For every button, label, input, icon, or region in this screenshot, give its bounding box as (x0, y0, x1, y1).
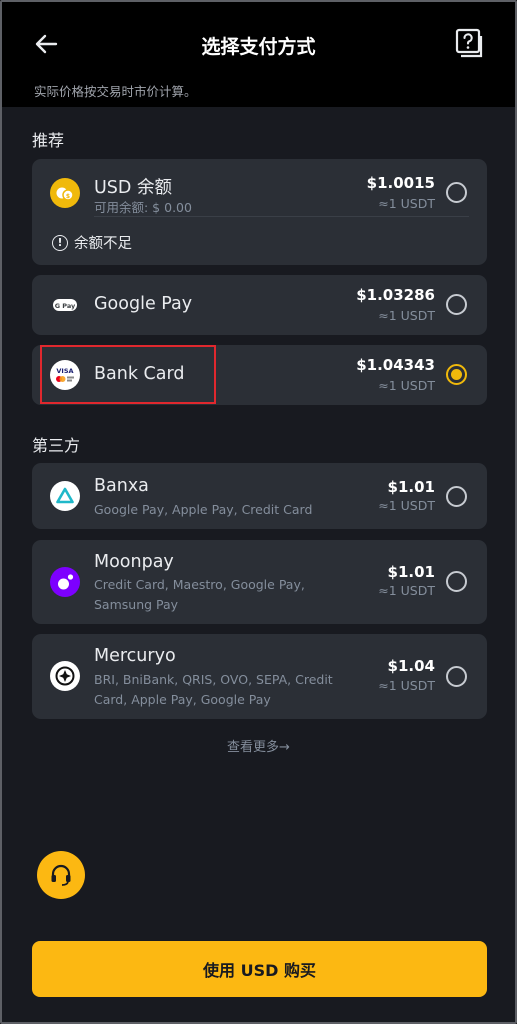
payment-approx: ≈1 USDT (378, 378, 435, 393)
payment-desc: BRI, BniBank, QRIS, OVO, SEPA, Credit Ca… (94, 672, 333, 707)
mercuryo-logo-icon (50, 661, 80, 691)
svg-text:$: $ (66, 193, 70, 200)
customer-support-button[interactable] (37, 851, 85, 899)
see-more-link[interactable]: 查看更多→ (2, 736, 515, 755)
headset-icon (51, 864, 71, 886)
payment-option-mercuryo[interactable]: Mercuryo BRI, BniBank, QRIS, OVO, SEPA, … (32, 634, 487, 719)
highlight-box (40, 345, 216, 404)
payment-price: $1.01 (387, 478, 435, 496)
radio-google-pay[interactable] (446, 294, 467, 315)
divider (94, 216, 469, 217)
radio-mercuryo[interactable] (446, 666, 467, 687)
payment-approx: ≈1 USDT (378, 196, 435, 211)
buy-with-usd-button[interactable]: 使用 USD 购买 (32, 941, 487, 997)
page-title: 选择支付方式 (201, 36, 316, 58)
available-balance: 可用余额: $ 0.00 (94, 200, 192, 215)
radio-bank-card[interactable] (446, 364, 467, 385)
payment-option-usd-balance[interactable]: $ USD 余额 可用余额: $ 0.00 $1.0015 ≈1 USDT ! … (32, 159, 487, 265)
google-pay-icon-text: G Pay (55, 302, 76, 310)
payment-price: $1.04343 (356, 356, 435, 374)
payment-name: USD 余额 (94, 178, 172, 198)
help-icon[interactable] (455, 28, 483, 58)
banxa-logo-icon (50, 481, 80, 511)
radio-banxa[interactable] (446, 486, 467, 507)
radio-moonpay[interactable] (446, 571, 467, 592)
moonpay-logo-icon (50, 567, 80, 597)
header: 选择支付方式 实际价格按交易时市价计算。 (2, 2, 515, 107)
insufficient-balance-warning: ! 余额不足 (52, 232, 132, 253)
payment-option-banxa[interactable]: Banxa Google Pay, Apple Pay, Credit Card… (32, 463, 487, 529)
payment-approx: ≈1 USDT (378, 308, 435, 323)
payment-price: $1.03286 (356, 286, 435, 304)
payment-price: $1.04 (387, 657, 435, 675)
payment-method-screen: 选择支付方式 实际价格按交易时市价计算。 推荐 $ USD 余额 可用余额: $… (0, 0, 517, 1024)
payment-approx: ≈1 USDT (378, 498, 435, 513)
payment-price: $1.01 (387, 563, 435, 581)
payment-name: Mercuryo (94, 646, 176, 666)
payment-price: $1.0015 (366, 174, 435, 192)
payment-desc: Credit Card, Maestro, Google Pay, Samsun… (94, 577, 305, 612)
warning-text: 余额不足 (74, 236, 132, 252)
payment-desc: Google Pay, Apple Pay, Credit Card (94, 502, 313, 517)
payment-name: Google Pay (94, 294, 193, 314)
payment-name: Banxa (94, 476, 149, 496)
price-note: 实际价格按交易时市价计算。 (34, 84, 197, 99)
payment-approx: ≈1 USDT (378, 583, 435, 598)
google-pay-icon: G Pay (50, 290, 80, 320)
coins-icon: $ (50, 178, 80, 208)
radio-usd-balance[interactable] (446, 182, 467, 203)
section-recommended: 推荐 (32, 131, 65, 150)
alert-icon: ! (52, 234, 68, 251)
payment-option-moonpay[interactable]: Moonpay Credit Card, Maestro, Google Pay… (32, 540, 487, 624)
payment-option-google-pay[interactable]: G Pay Google Pay $1.03286 ≈1 USDT (32, 275, 487, 335)
payment-name: Moonpay (94, 552, 174, 572)
payment-approx: ≈1 USDT (378, 678, 435, 693)
section-third-party: 第三方 (32, 436, 81, 455)
